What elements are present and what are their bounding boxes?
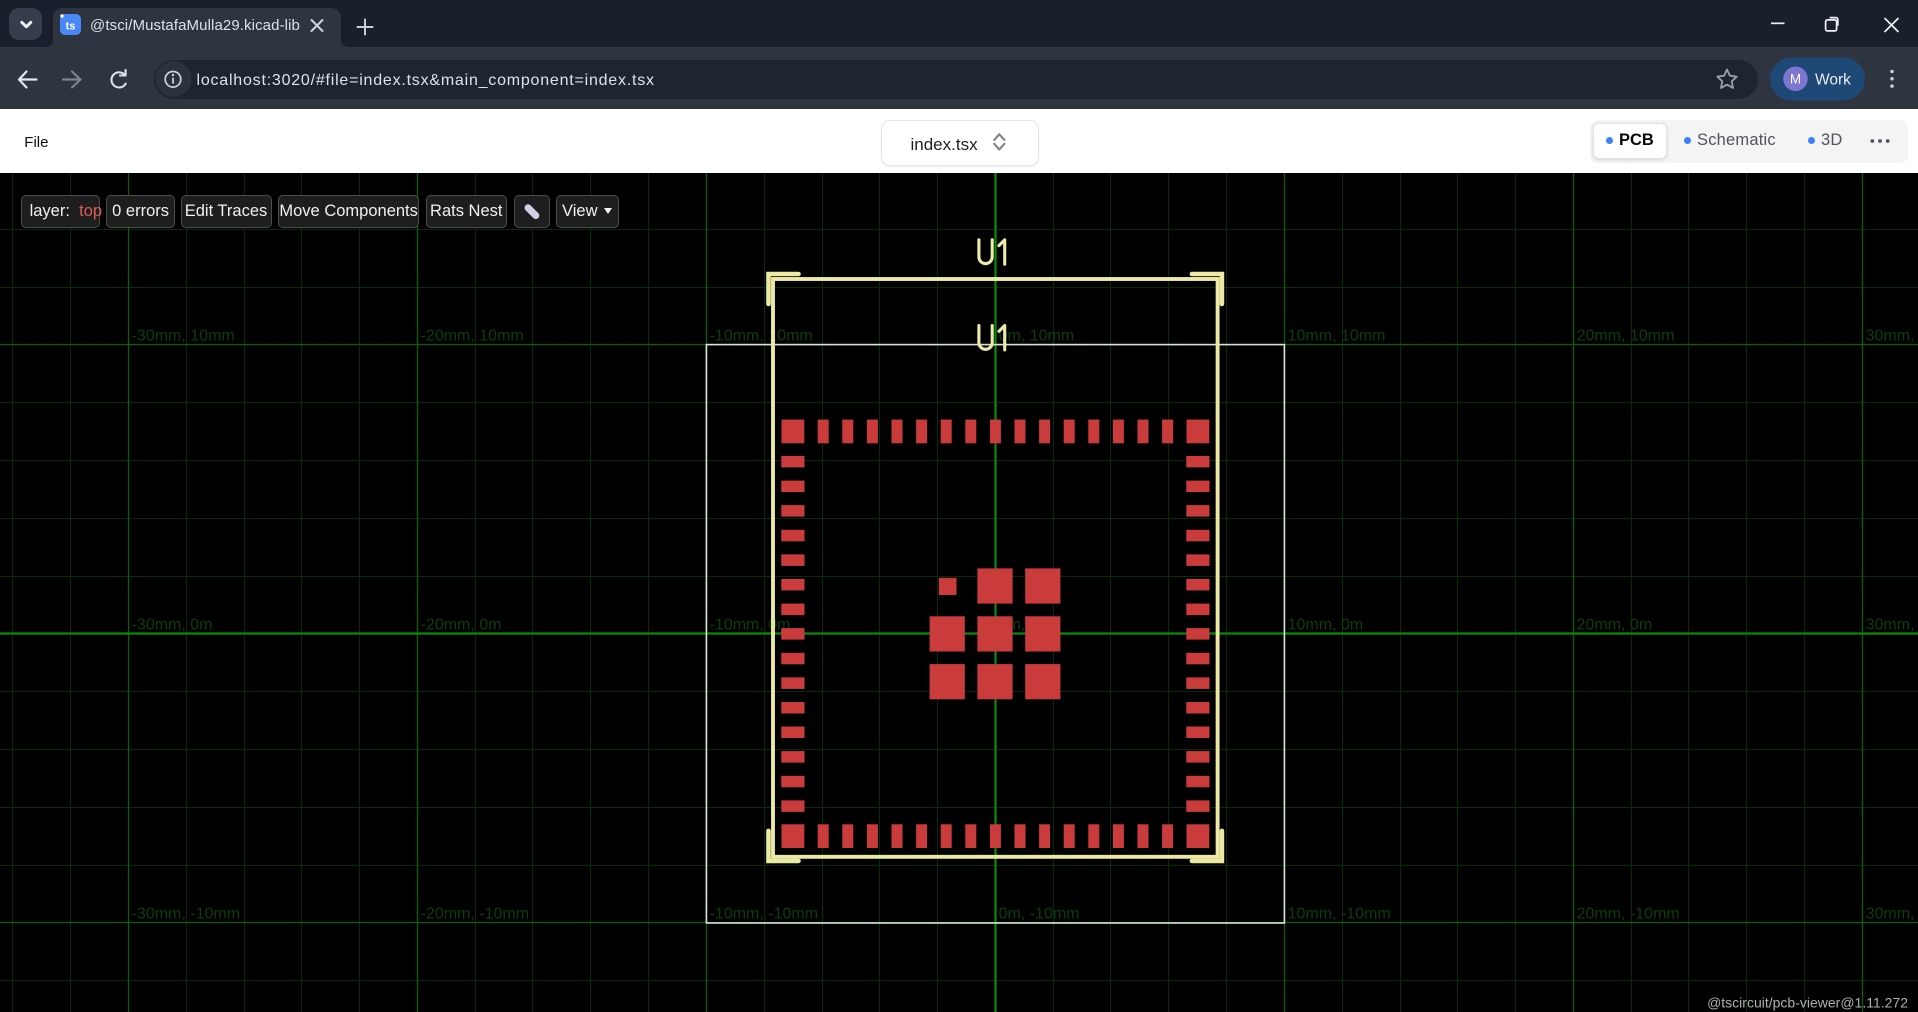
svg-text:ts: ts [66,21,76,33]
svg-text:-10mm, 10mm: -10mm, 10mm [710,328,813,345]
svg-text:20mm, 10mm: 20mm, 10mm [1577,328,1675,345]
svg-text:-30mm, 0m: -30mm, 0m [132,617,213,634]
svg-text:@tscircuit/pcb-viewer@1.11.272: @tscircuit/pcb-viewer@1.11.272 [1707,995,1908,1011]
svg-text:30mm, 10mm: 30mm, 10mm [1866,328,1918,345]
svg-text:0m, 10mm: 0m, 10mm [999,328,1075,345]
svg-text:-30mm, -10mm: -30mm, -10mm [132,906,240,923]
svg-text:-30mm, 10mm: -30mm, 10mm [132,328,235,345]
svg-text:30mm, 0m: 30mm, 0m [1866,617,1918,634]
svg-text:10mm, 0m: 10mm, 0m [1288,617,1364,634]
svg-text:30mm, -10mm: 30mm, -10mm [1866,906,1918,923]
svg-text:0m, -10mm: 0m, -10mm [999,906,1080,923]
svg-text:-20mm, 10mm: -20mm, 10mm [421,328,524,345]
svg-text:Work: Work [1815,72,1851,89]
svg-text:-20mm, 0m: -20mm, 0m [421,617,502,634]
svg-text:10mm, 10mm: 10mm, 10mm [1288,328,1386,345]
svg-text:-10mm, 0m: -10mm, 0m [710,617,791,634]
svg-text:20mm, 0m: 20mm, 0m [1577,617,1653,634]
svg-text:-20mm, -10mm: -20mm, -10mm [421,906,529,923]
svg-text:M: M [1790,72,1801,87]
svg-text:20mm, -10mm: 20mm, -10mm [1577,906,1680,923]
svg-text:10mm, -10mm: 10mm, -10mm [1288,906,1391,923]
svg-text:-10mm, -10mm: -10mm, -10mm [710,906,818,923]
